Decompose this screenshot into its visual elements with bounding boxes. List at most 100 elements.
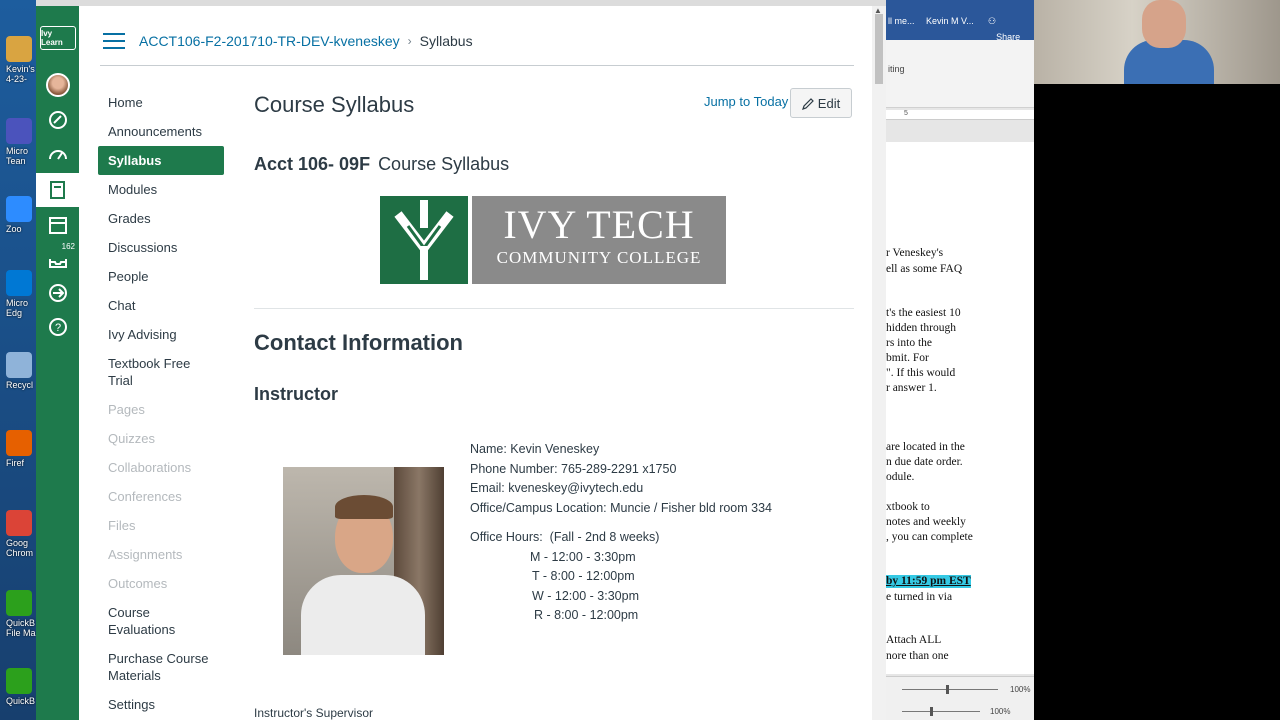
divider [254, 308, 854, 309]
word-user[interactable]: Kevin M V... [926, 16, 974, 26]
course-nav-home[interactable]: Home [98, 88, 226, 117]
word-text-line: n due date order. [886, 456, 963, 468]
word-text-line: nore than one [886, 650, 949, 662]
commons-nav[interactable] [36, 276, 79, 310]
admin-nav[interactable] [36, 103, 79, 137]
office-hours-row: R - 8:00 - 12:00pm [534, 608, 639, 623]
office-hours-label: Office Hours: [470, 530, 543, 544]
word-text-line: are located in the [886, 441, 965, 453]
supervisor-heading: Instructor's Supervisor [254, 706, 373, 720]
course-nav-discussions[interactable]: Discussions [98, 233, 226, 262]
help-nav[interactable]: ? [36, 310, 79, 344]
desktop-icon-zoom[interactable]: Zoo [6, 196, 36, 234]
office-hours-term: (Fall - 2nd 8 weeks) [549, 530, 660, 544]
word-text-line: bmit. For [886, 352, 929, 364]
desktop-icon-label: Micro Tean [6, 146, 28, 166]
word-document-page[interactable]: r Veneskey's ell as some FAQ t's the easie… [886, 142, 1034, 674]
calendar-nav[interactable] [36, 208, 79, 242]
desktop-icon-label: QuickB [6, 696, 36, 706]
desktop-icon-quickbooks-file[interactable]: QuickB File Ma [6, 590, 36, 638]
scrollbar-thumb[interactable] [875, 14, 883, 84]
desktop-icon-strip: Kevin's 4-23- Micro Tean Zoo Micro Edg Recyc… [0, 0, 36, 720]
word-tell-me[interactable]: ll me... [888, 16, 915, 26]
firefox-icon [6, 430, 32, 456]
teams-icon [6, 118, 32, 144]
word-text-line: r Veneskey's [886, 247, 944, 259]
ivy-tech-wordmark: IVY TECH COMMUNITY COLLEGE [472, 196, 726, 284]
ivy-learn-logo[interactable]: Ivy Learn [40, 26, 76, 50]
edge-icon [6, 270, 32, 296]
word-text-line: notes and weekly [886, 516, 966, 528]
office-hours-row: W - 12:00 - 3:30pm [532, 588, 639, 603]
instructor-details: Name: Kevin Veneskey Phone Number: 765-2… [470, 440, 772, 518]
inbox-badge: 162 [61, 242, 75, 251]
desktop-icon-label: Kevin's 4-23- [6, 64, 35, 84]
desktop-icon-label: QuickB File Ma [6, 618, 36, 638]
dashboard-nav[interactable] [36, 138, 79, 172]
word-window: ll me... Kevin M V... ⚇ Share iting 5 r … [886, 0, 1034, 720]
course-nav-course-evaluations[interactable]: Course Evaluations [98, 598, 226, 644]
ivy-tech-logo: IVY TECH COMMUNITY COLLEGE [380, 196, 726, 284]
browser-window: Ivy Learn 162 ? ACCT106-F2-201710-TR-DEV [36, 0, 886, 720]
desktop-icon-label: Firef [6, 458, 24, 468]
word-title-bar: ll me... Kevin M V... ⚇ Share [886, 0, 1034, 42]
breadcrumb-separator: › [407, 33, 412, 48]
edit-button[interactable]: Edit [790, 88, 852, 118]
course-menu-toggle[interactable] [103, 32, 125, 49]
contact-information-heading: Contact Information [254, 330, 463, 355]
dashboard-icon [48, 150, 67, 160]
course-nav-assignments: Assignments [108, 547, 183, 562]
recycle-icon [6, 352, 32, 378]
course-nav-grades[interactable]: Grades [98, 204, 226, 233]
browser-toolbar [36, 0, 886, 6]
course-nav-pages: Pages [108, 402, 145, 417]
course-nav-textbook-free-trial[interactable]: Textbook Free Trial [98, 349, 226, 395]
calendar-icon [48, 217, 67, 234]
word-text-line: , you can complete [886, 531, 973, 543]
desktop-icon-chrome[interactable]: Goog Chrom [6, 510, 36, 558]
course-nav-announcements[interactable]: Announcements [98, 117, 226, 146]
word-share-button[interactable]: ⚇ Share [988, 16, 1020, 42]
account-nav[interactable] [36, 68, 79, 102]
jump-to-today-link[interactable]: Jump to Today [704, 94, 788, 109]
course-heading: Acct 106- 09F Course Syllabus [254, 154, 509, 175]
course-nav-ivy-advising[interactable]: Ivy Advising [98, 320, 226, 349]
course-nav-collaborations: Collaborations [108, 460, 192, 475]
course-nav-modules[interactable]: Modules [98, 175, 226, 204]
word-text-line: rs into the [886, 337, 932, 349]
page-scrollbar[interactable]: ▲ [872, 6, 886, 720]
desktop-icon-firefox[interactable]: Firef [6, 430, 36, 468]
desktop-icon-label: Zoo [6, 224, 22, 234]
course-navigation: Home Announcements Syllabus Modules Grades Di… [98, 88, 226, 719]
word-text-line: ". If this would [886, 367, 956, 379]
office-hours: Office Hours: (Fall - 2nd 8 weeks) M - 1… [470, 528, 659, 626]
page-title: Course Syllabus [254, 92, 415, 117]
instructor-name: Name: Kevin Veneskey [470, 442, 600, 456]
global-navigation: Ivy Learn 162 ? [36, 6, 79, 720]
breadcrumb: ACCT106-F2-201710-TR-DEV-kveneskey › Syl… [100, 16, 854, 66]
course-nav-chat[interactable]: Chat [98, 291, 226, 320]
word-ribbon: iting [886, 40, 1034, 108]
desktop-icon-edge[interactable]: Micro Edg [6, 270, 36, 318]
instructor-email: Email: kveneskey@ivytech.edu [470, 481, 644, 496]
course-nav-purchase-course-materials[interactable]: Purchase Course Materials [98, 644, 226, 690]
desktop-icon-quickbooks[interactable]: QuickB [6, 668, 36, 706]
desktop-icon-kevins-file[interactable]: Kevin's 4-23- [6, 36, 36, 84]
course-nav-people[interactable]: People [98, 262, 226, 291]
kevins-file-icon [6, 36, 32, 62]
course-nav-syllabus[interactable]: Syllabus [98, 146, 224, 175]
instructor-heading: Instructor [254, 384, 339, 404]
zoom-level[interactable]: 100% [990, 707, 1010, 716]
desktop-icon-teams[interactable]: Micro Tean [6, 118, 36, 166]
zoom-level[interactable]: 100% [1010, 685, 1030, 694]
word-text-line: Attach ALL [886, 634, 942, 646]
word-ribbon-editing[interactable]: iting [888, 64, 905, 74]
word-text-line: odule. [886, 471, 915, 483]
courses-nav[interactable] [36, 173, 79, 207]
inbox-nav[interactable]: 162 [36, 242, 79, 276]
desktop-icon-recycle[interactable]: Recycl [6, 352, 36, 390]
course-nav-settings[interactable]: Settings [98, 690, 226, 719]
office-hours-row: T - 8:00 - 12:00pm [532, 569, 635, 584]
instructor-phone: Phone Number: 765-289-2291 x1750 [470, 461, 677, 476]
breadcrumb-course-link[interactable]: ACCT106-F2-201710-TR-DEV-kveneskey [139, 33, 400, 49]
